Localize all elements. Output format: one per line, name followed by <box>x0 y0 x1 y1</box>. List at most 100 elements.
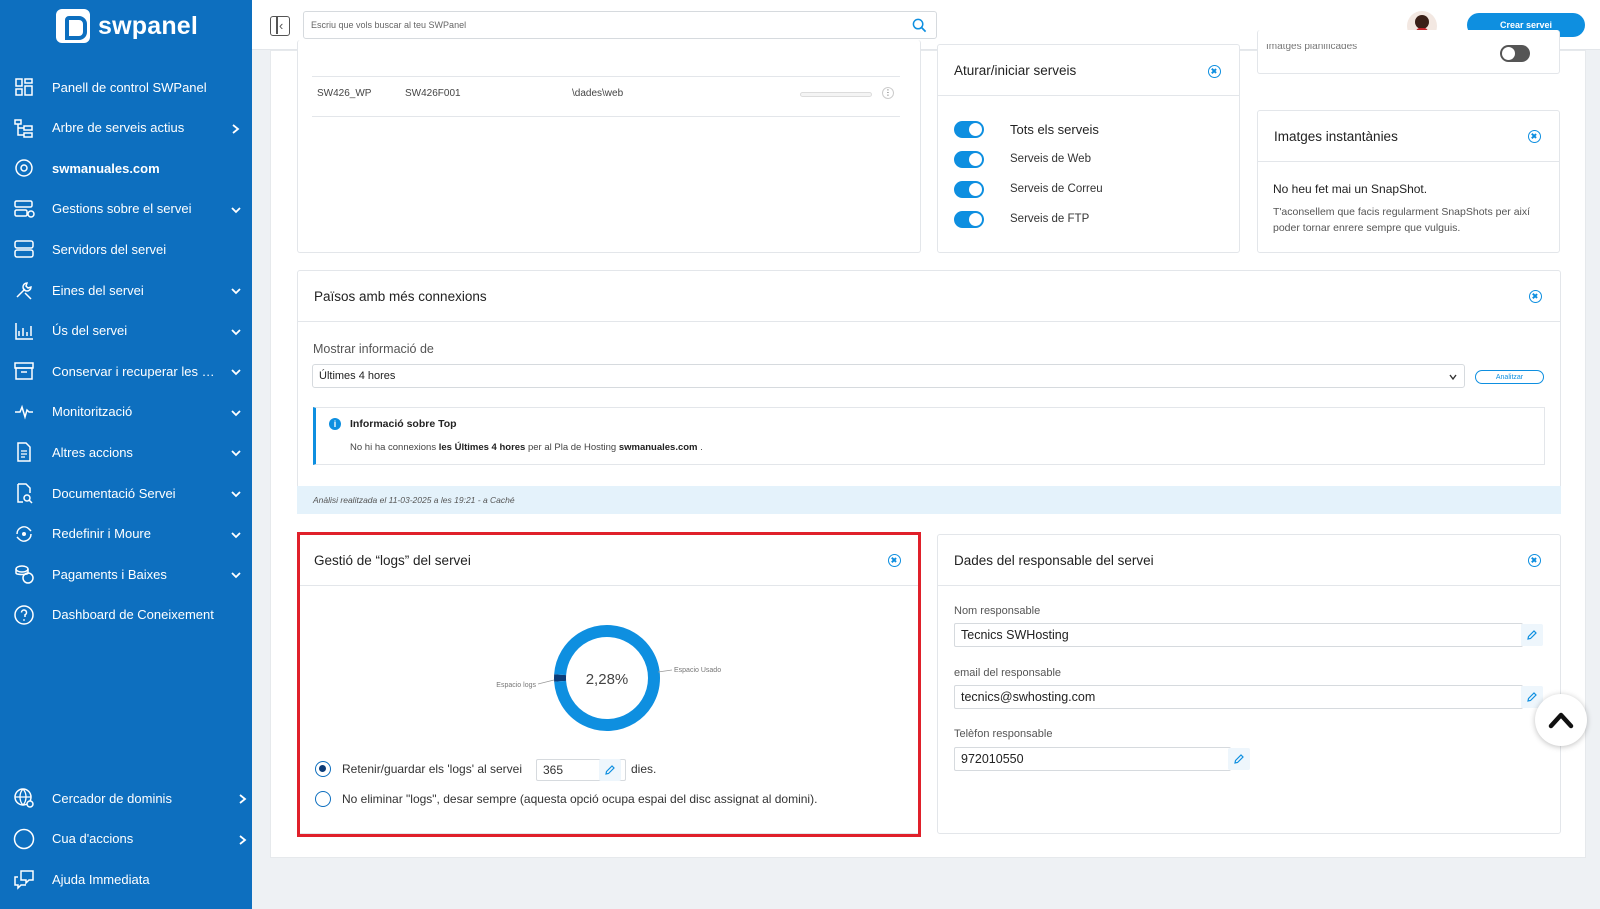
retain-logs-radio[interactable] <box>315 761 331 777</box>
close-card-icon[interactable] <box>1529 290 1542 303</box>
days-unit-label: dies. <box>631 762 657 776</box>
edit-name-button[interactable] <box>1521 624 1543 646</box>
sidebar-item-gestions-sobre-el-servei[interactable]: Gestions sobre el servei <box>0 191 252 227</box>
toggle-label: Serveis de Correu <box>1010 183 1103 195</box>
table-divider <box>312 116 900 117</box>
card-divider <box>298 585 920 586</box>
donut-label-used: Espacio Usado <box>674 667 721 674</box>
sidebar-item-cua-d-accions[interactable]: Cua d'accions <box>0 821 252 857</box>
card-divider <box>1258 161 1559 162</box>
toggle-mail-services[interactable] <box>954 181 984 198</box>
snapshot-heading: No heu fet mai un SnapShot. <box>1273 182 1428 196</box>
globe-search-icon <box>13 787 35 809</box>
sidebar-item-label: Ajuda Immediata <box>52 871 150 887</box>
sidebar-item-label: Conservar i recuperar les mev... <box>52 363 224 379</box>
card-title: Països amb més connexions <box>314 288 487 304</box>
toggle-label: Tots els serveis <box>1010 122 1099 137</box>
sidebar-item-arbre-de-serveis-actius[interactable]: Arbre de serveis actius <box>0 110 252 146</box>
sidebar-item-label: Dashboard de Coneixement <box>52 607 214 623</box>
sidebar-item-label: Gestions sobre el servei <box>52 201 192 217</box>
retain-logs-label: Retenir/guardar els 'logs' al servei <box>342 762 522 776</box>
sidebar-item-eines-del-servei[interactable]: Eines del servei <box>0 272 252 308</box>
chevron-right-icon <box>237 833 249 845</box>
servers-icon <box>13 238 35 260</box>
refresh-icon <box>13 523 35 545</box>
pulse-icon <box>13 401 35 423</box>
close-card-icon[interactable] <box>1528 130 1541 143</box>
scroll-to-top-button[interactable] <box>1535 694 1587 746</box>
table-divider <box>312 76 900 77</box>
close-card-icon[interactable] <box>1208 65 1221 78</box>
close-card-icon[interactable] <box>1528 554 1541 567</box>
sidebar-item-redefinir-i-moure[interactable]: Redefinir i Moure <box>0 516 252 552</box>
owner-card: Dades del responsable del servei <box>937 534 1561 834</box>
toggle-planned-images[interactable] <box>1500 45 1530 62</box>
server-gear-icon <box>13 198 35 220</box>
row-menu-icon[interactable]: ⋮ <box>882 87 894 99</box>
card-divider <box>938 95 1239 96</box>
chat-icon <box>13 868 35 890</box>
chevron-down-icon <box>1449 374 1457 381</box>
close-card-icon[interactable] <box>888 554 901 567</box>
usage-progress-bar <box>800 92 872 97</box>
sidebar-item--s-del-servei[interactable]: Ús del servei <box>0 313 252 349</box>
period-select[interactable]: Últimes 4 hores <box>312 364 1465 388</box>
sidebar-item-conservar-i-recuperar-les-mev[interactable]: Conservar i recuperar les mev... <box>0 353 252 389</box>
search-input[interactable] <box>304 12 884 38</box>
edit-phone-button[interactable] <box>1228 748 1250 770</box>
dashboard-icon <box>13 76 35 98</box>
sidebar-item-monitoritzaci[interactable]: Monitorització <box>0 394 252 430</box>
table-cell-server: SW426_WP <box>317 88 372 99</box>
toggle-web-services[interactable] <box>954 151 984 168</box>
table-cell-id: SW426F001 <box>405 88 461 99</box>
owner-email-label: email del responsable <box>954 667 1062 679</box>
sidebar-item-label: Panell de control SWPanel <box>52 79 207 95</box>
info-title: Informació sobre Top <box>350 418 457 430</box>
chevron-down-icon <box>230 487 242 499</box>
sidebar-item-label: Altres accions <box>52 444 133 460</box>
sidebar-item-panell-de-control-swpanel[interactable]: Panell de control SWPanel <box>0 69 252 105</box>
pencil-icon <box>1527 692 1537 702</box>
chevron-down-icon <box>230 446 242 458</box>
sidebar-item-documentaci-servei[interactable]: Documentació Servei <box>0 475 252 511</box>
donut-label-logs-leader <box>537 679 555 685</box>
circle-icon <box>13 828 35 850</box>
server-paths-card <box>297 40 921 253</box>
period-select-value: Últimes 4 hores <box>319 370 396 382</box>
brand-logo[interactable]: swpanel <box>56 9 198 43</box>
card-title: Dades del responsable del servei <box>954 552 1154 568</box>
chevron-down-icon <box>230 284 242 296</box>
tree-icon <box>13 117 35 139</box>
sidebar-item-ajuda-immediata[interactable]: Ajuda Immediata <box>0 861 252 897</box>
owner-email-field[interactable]: tecnics@swhosting.com <box>954 685 1523 709</box>
card-divider <box>938 585 1560 586</box>
chevron-right-icon <box>237 792 249 804</box>
sidebar-item-dashboard-de-coneixement[interactable]: Dashboard de Coneixement <box>0 597 252 633</box>
owner-name-field[interactable]: Tecnics SWHosting <box>954 623 1523 647</box>
show-info-label: Mostrar informació de <box>313 342 434 356</box>
sidebar-item-label: Pagaments i Baixes <box>52 566 167 582</box>
sidebar-item-servidors-del-servei[interactable]: Servidors del servei <box>0 231 252 267</box>
collapse-sidebar-button[interactable] <box>270 16 290 36</box>
toggle-all-services[interactable] <box>954 121 984 138</box>
search-bar <box>303 11 937 39</box>
search-icon[interactable] <box>912 18 927 33</box>
sidebar-item-altres-accions[interactable]: Altres accions <box>0 434 252 470</box>
sidebar-item-cercador-de-dominis[interactable]: Cercador de dominis <box>0 780 252 816</box>
sidebar-item-label: Redefinir i Moure <box>52 526 151 542</box>
never-delete-logs-radio[interactable] <box>315 791 331 807</box>
countries-card: Països amb més connexions <box>297 270 1561 514</box>
donut-center-label: 2,28% <box>586 671 629 688</box>
toggle-ftp-services[interactable] <box>954 211 984 228</box>
planned-images-label: Imatges planificades <box>1266 44 1358 52</box>
donut-label-logs: Espacio logs <box>496 682 536 689</box>
edit-days-button[interactable] <box>599 759 621 781</box>
card-title: Aturar/iniciar serveis <box>954 62 1077 78</box>
sidebar-item-swmanuales-com[interactable]: swmanuales.com <box>0 150 252 186</box>
chevron-right-icon <box>230 122 242 134</box>
owner-phone-field[interactable]: 972010550 <box>954 747 1231 771</box>
chevron-down-icon <box>230 325 242 337</box>
sidebar-item-pagaments-i-baixes[interactable]: Pagaments i Baixes <box>0 556 252 592</box>
analyze-button[interactable]: Analitzar <box>1475 370 1544 384</box>
chevron-down-icon <box>230 528 242 540</box>
